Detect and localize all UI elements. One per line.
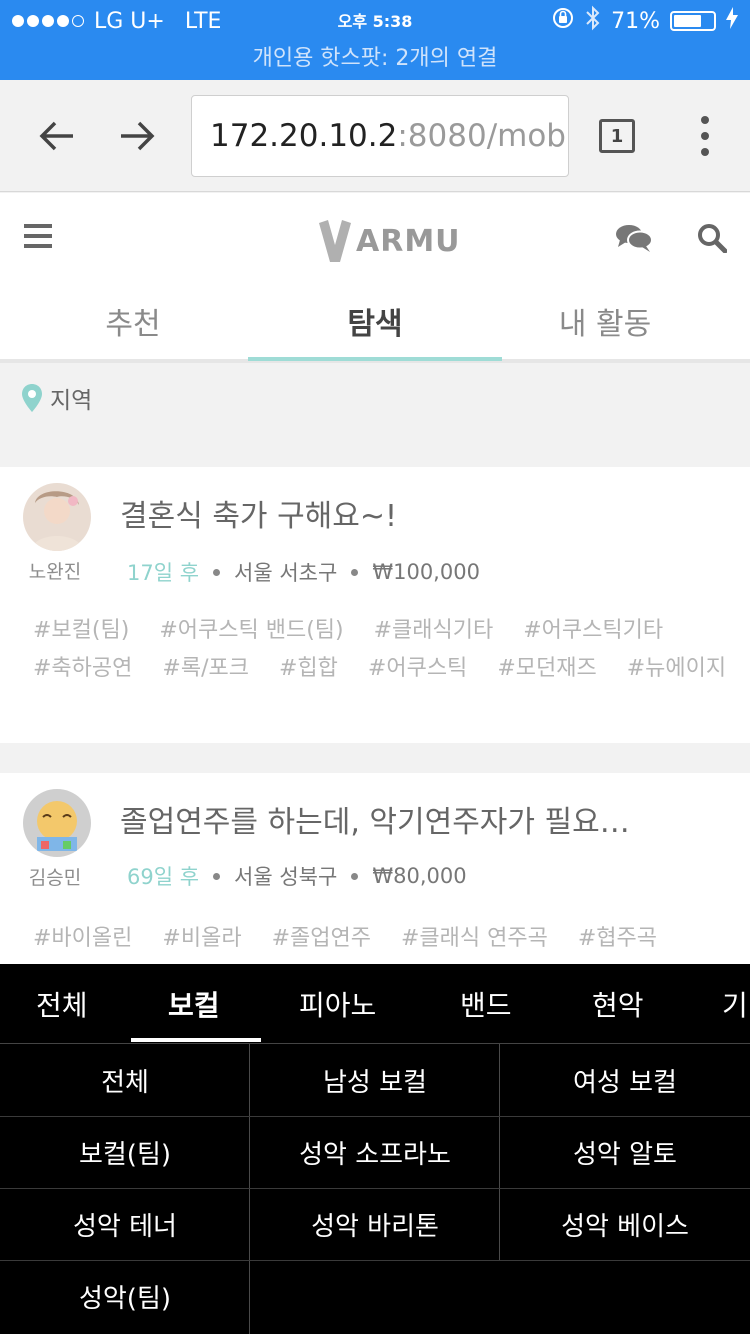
region-label: 지역 <box>50 388 93 414</box>
category-vocal[interactable]: 보컬 <box>168 984 220 1024</box>
separator-dot <box>351 872 359 880</box>
tag[interactable]: #클래식기타 <box>374 615 494 647</box>
tag[interactable]: #록/포크 <box>162 653 249 685</box>
active-tab-indicator <box>248 357 502 361</box>
main-tabs: 추천 탐색 내 활동 <box>0 289 750 363</box>
arrow-right-icon <box>121 121 155 151</box>
browser-toolbar: 172.20.10.2:8080/mobile 1 <box>0 80 750 192</box>
post-price: ₩100,000 <box>372 560 480 584</box>
tab-recommend[interactable]: 추천 <box>8 299 258 343</box>
tag[interactable]: #어쿠스틱기타 <box>523 615 663 647</box>
tag[interactable]: #모던재즈 <box>497 653 596 685</box>
chat-button[interactable] <box>615 223 653 257</box>
post-tags: #보컬(팀) #어쿠스틱 밴드(팀) #클래식기타 #어쿠스틱기타 #축하공연 … <box>33 615 730 685</box>
logo-mark-icon <box>319 220 351 262</box>
url-path: :8080/mobile <box>397 118 568 154</box>
subcategory-item[interactable]: 남성 보컬 <box>250 1044 500 1116</box>
active-category-indicator <box>131 1038 261 1042</box>
avatar[interactable] <box>23 483 91 551</box>
tab-switcher-button[interactable]: 1 <box>599 119 635 153</box>
post-location: 서울 서초구 <box>234 561 338 585</box>
post-tags: #바이올린 #비올라 #졸업연주 #클래식 연주곡 #협주곡 <box>33 923 730 955</box>
avatar[interactable] <box>23 789 91 857</box>
app-logo[interactable]: ARMU <box>318 219 461 263</box>
separator-dot <box>213 568 221 576</box>
kebab-icon <box>701 116 709 124</box>
subcategory-grid: 전체 남성 보컬 여성 보컬 보컬(팀) 성악 소프라노 성악 알토 성악 테너… <box>0 1044 750 1334</box>
subcategory-item[interactable]: 성악 소프라노 <box>250 1116 500 1188</box>
subcategory-item[interactable]: 전체 <box>0 1044 250 1116</box>
post-location: 서울 성북구 <box>234 865 338 889</box>
post-card[interactable]: 김승민 졸업연주를 하는데, 악기연주자가 필요… 69일 후 서울 성북구 ₩… <box>0 773 750 973</box>
post-days-until: 69일 후 <box>127 865 200 889</box>
url-host: 172.20.10.2 <box>210 118 398 154</box>
post-price: ₩80,000 <box>372 864 467 888</box>
tag[interactable]: #어쿠스틱 밴드(팀) <box>159 615 343 647</box>
tag[interactable]: #바이올린 <box>33 923 132 955</box>
tag[interactable]: #비올라 <box>162 923 241 955</box>
subcategory-item[interactable]: 성악(팀) <box>0 1260 250 1332</box>
map-pin-icon <box>22 384 42 412</box>
subcategory-item[interactable]: 보컬(팀) <box>0 1116 250 1188</box>
menu-button[interactable] <box>24 223 52 253</box>
region-filter-bar: 지역 <box>0 363 750 467</box>
post-title[interactable]: 졸업연주를 하는데, 악기연주자가 필요… <box>120 797 700 841</box>
subcategory-item[interactable]: 여성 보컬 <box>500 1044 750 1116</box>
category-all[interactable]: 전체 <box>36 984 88 1024</box>
category-bar: 전체 보컬 피아노 밴드 현악 기 <box>0 964 750 1044</box>
separator-dot <box>213 872 221 880</box>
region-filter[interactable]: 지역 <box>22 381 92 415</box>
clock: 오후 5:38 <box>337 12 413 31</box>
post-meta: 69일 후 서울 성북구 ₩80,000 <box>127 861 467 891</box>
separator-dot <box>351 568 359 576</box>
subcategory-item[interactable]: 성악 바리톤 <box>250 1188 500 1260</box>
tab-my-activity[interactable]: 내 활동 <box>480 299 730 343</box>
subcategory-item[interactable]: 성악 베이스 <box>500 1188 750 1260</box>
tag[interactable]: #클래식 연주곡 <box>401 923 548 955</box>
back-button[interactable] <box>32 108 82 164</box>
arrow-left-icon <box>39 121 73 151</box>
search-icon <box>698 224 728 254</box>
address-bar[interactable]: 172.20.10.2:8080/mobile <box>191 95 569 177</box>
post-days-until: 17일 후 <box>127 561 200 585</box>
hotspot-banner[interactable]: 개인용 핫스팟: 2개의 연결 <box>0 42 750 76</box>
category-piano[interactable]: 피아노 <box>299 984 376 1024</box>
tag[interactable]: #축하공연 <box>33 653 132 685</box>
post-meta: 17일 후 서울 서초구 ₩100,000 <box>127 557 480 587</box>
subcategory-item[interactable]: 성악 테너 <box>0 1188 250 1260</box>
category-strings[interactable]: 현악 <box>592 984 644 1024</box>
more-menu-button[interactable] <box>690 116 720 156</box>
tag[interactable]: #어쿠스틱 <box>368 653 467 685</box>
post-title[interactable]: 결혼식 축가 구해요~! <box>120 491 700 535</box>
post-card[interactable]: 노완진 결혼식 축가 구해요~! 17일 후 서울 서초구 ₩100,000 #… <box>0 467 750 743</box>
search-button[interactable] <box>697 223 728 257</box>
category-band[interactable]: 밴드 <box>460 984 512 1024</box>
tag[interactable]: #힙합 <box>279 653 338 685</box>
tab-explore[interactable]: 탐색 <box>250 299 500 343</box>
hamburger-icon <box>24 224 52 248</box>
post-author: 김승민 <box>28 867 82 889</box>
subcategory-item[interactable]: 성악 알토 <box>500 1116 750 1188</box>
tag[interactable]: #보컬(팀) <box>33 615 129 647</box>
post-author: 노완진 <box>28 561 82 583</box>
chat-bubbles-icon <box>616 225 653 252</box>
tag[interactable]: #졸업연주 <box>272 923 371 955</box>
tag[interactable]: #협주곡 <box>578 923 657 955</box>
app-header: ARMU 추천 탐색 내 활동 <box>0 193 750 363</box>
tag[interactable]: #뉴에이지 <box>627 653 726 685</box>
category-more[interactable]: 기 <box>722 984 748 1024</box>
forward-button[interactable] <box>112 108 162 164</box>
status-bar: LG U+ LTE 71% 오후 5:38 개인용 핫스팟: 2개의 연결 <box>0 0 750 80</box>
